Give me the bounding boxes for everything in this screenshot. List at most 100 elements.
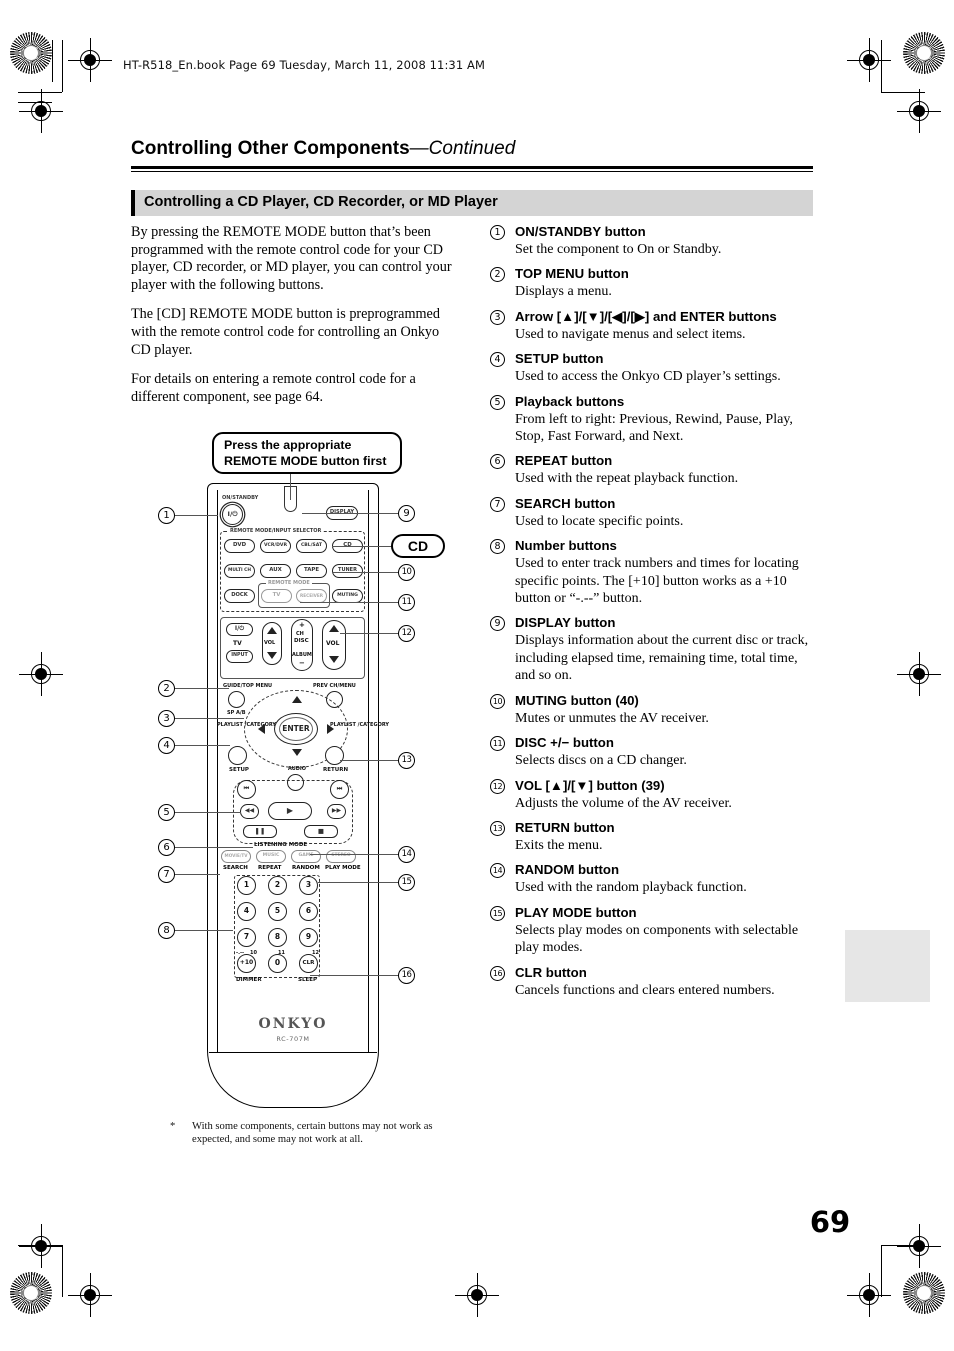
callout-line-1: Press the appropriate [224,438,352,452]
number-key-4[interactable]: 4 [237,902,256,921]
enter-button[interactable]: ENTER [274,713,318,745]
repeat-button[interactable]: MUSIC [256,850,286,863]
play-button[interactable]: ▶ [268,802,312,820]
mode-button-tv[interactable]: TV [261,589,292,603]
next-button[interactable]: ⏭ [330,780,349,799]
list-item: 10 MUTING button (40) Mutes or unmutes the… [490,693,820,727]
number-key-1[interactable]: 1 [237,876,256,895]
top-menu-button[interactable] [228,691,245,708]
callout-line-2: REMOTE MODE button first [224,454,387,468]
mode-button-dock[interactable]: DOCK [224,589,255,603]
number-key-3-label: 3 [305,880,312,889]
clr-button[interactable]: CLR [299,954,318,973]
stop-button[interactable]: ■ [304,825,338,838]
section-heading-band: Controlling a CD Player, CD Recorder, or… [131,190,813,216]
intro-paragraph-3: For details on entering a remote control… [131,371,416,405]
brand-logo: ONKYO [258,1016,328,1032]
plus-ten-key-label: +10 [239,959,254,966]
figure-callout-11: 11 [398,594,415,611]
disc-minus-label: − [299,659,305,667]
crop-line-left-horizontal-b [18,102,52,103]
item-body: Cancels functions and clears entered num… [515,982,775,998]
item-number-badge: 6 [490,454,505,470]
figure-callout-15: 15 [398,874,415,891]
registration-mark-right-upper [847,38,891,82]
pause-button[interactable]: ❚❚ [243,825,277,838]
on-standby-button[interactable]: I/⏻ [222,504,243,525]
page-number: 69 [809,1205,851,1239]
muting-button[interactable]: MUTING [332,589,363,603]
mode-button-cbl-sat[interactable]: CBL/SAT [296,539,327,553]
fast-forward-button[interactable]: ▶▶ [327,804,346,819]
item-heading: Playback buttons [515,393,625,409]
random-button[interactable]: GAME [291,850,321,863]
item-heading: PLAY MODE button [515,904,637,920]
number-key-1-label: 1 [243,880,250,889]
title-rule-thick [131,166,813,169]
figure-leader-4 [175,745,230,746]
item-number-badge: 11 [490,736,505,752]
number-key-6-label: 6 [305,906,312,915]
figure-leader-1 [175,515,218,516]
number-key-8[interactable]: 8 [268,928,287,947]
figure-callout-14: 14 [398,846,415,863]
item-number-badge: 5 [490,394,505,410]
item-body: Used to enter track numbers and times fo… [515,556,799,607]
number-key-5[interactable]: 5 [268,902,287,921]
crop-line-right-horizontal [881,92,925,93]
number-key-3[interactable]: 3 [299,876,318,895]
list-item: 9 DISPLAY button Displays information abou… [490,615,820,684]
listening-mode-label: LISTENING MODE [254,842,308,848]
intro-text-block: By pressing the REMOTE MODE button that’… [131,224,461,418]
item-number-badge: 13 [490,820,505,836]
item-body: Used with the repeat playback function. [515,471,739,487]
setup-button[interactable] [228,746,247,765]
mode-button-multi-ch[interactable]: MULTI CH [224,564,255,578]
figure-callout-5: 5 [158,804,175,821]
item-body: Used to locate specific points. [515,513,684,529]
intro-paragraph-1: By pressing the REMOTE MODE button that’… [131,224,452,293]
mode-button-tuner[interactable]: TUNER [332,564,363,578]
plus-ten-key[interactable]: +10 [237,954,256,973]
mode-button-receiver[interactable]: RECEIVER [296,589,327,603]
number-key-9[interactable]: 9 [299,928,318,947]
search-button[interactable]: MOVIE/TV [221,850,251,863]
number-key-6[interactable]: 6 [299,902,318,921]
item-heading: MUTING button (40) [515,692,639,708]
list-item: 8 Number buttons Used to enter track numbe… [490,538,820,607]
disc-label: DISC [294,638,309,644]
mode-button-cd-label: CD [343,542,352,548]
registration-mark-bottom-left [68,1273,112,1317]
arrow-down-icon[interactable] [292,749,302,756]
number-key-7[interactable]: 7 [237,928,256,947]
arrow-up-icon[interactable] [292,696,302,703]
figure-callout-1: 1 [158,507,175,524]
previous-button[interactable]: ⏮ [237,780,256,799]
tv-volume-down-icon [267,652,277,659]
tv-input-button[interactable]: INPUT [226,650,253,663]
figure-leader-5 [175,812,241,813]
number-key-2[interactable]: 2 [268,876,287,895]
tv-power-button[interactable]: I/⏻ [226,623,253,636]
return-button[interactable] [325,746,344,765]
item-number-badge: 7 [490,496,505,512]
remote-mode-input-selector-label: REMOTE MODE/INPUT SELECTOR [228,528,324,534]
file-stamp: HT-R518_En.book Page 69 Tuesday, March 1… [123,58,485,72]
play-mode-button[interactable]: STEREO [326,850,356,863]
number-key-0[interactable]: 0 [268,954,287,973]
item-body: Displays information about the current d… [515,633,809,684]
figure-callout-4: 4 [158,737,175,754]
figure-leader-15 [318,882,398,883]
crop-line-bottom-left-horizontal [18,1245,62,1246]
mode-button-dvd[interactable]: DVD [224,539,255,553]
figure-leader-16 [310,975,398,976]
prev-ch-menu-label: PREV CH/MENU [313,683,356,689]
item-heading: SEARCH button [515,495,616,511]
rewind-button[interactable]: ◀◀ [240,804,259,819]
list-item: 7 SEARCH button Used to locate specific po… [490,496,820,530]
mode-button-aux[interactable]: AUX [260,564,291,578]
mode-button-tape[interactable]: TAPE [296,564,327,578]
setup-label: SETUP [229,767,249,773]
dimmer-label: DIMMER [236,977,262,983]
mode-button-vcr-dvr[interactable]: VCR/DVR [260,539,291,553]
